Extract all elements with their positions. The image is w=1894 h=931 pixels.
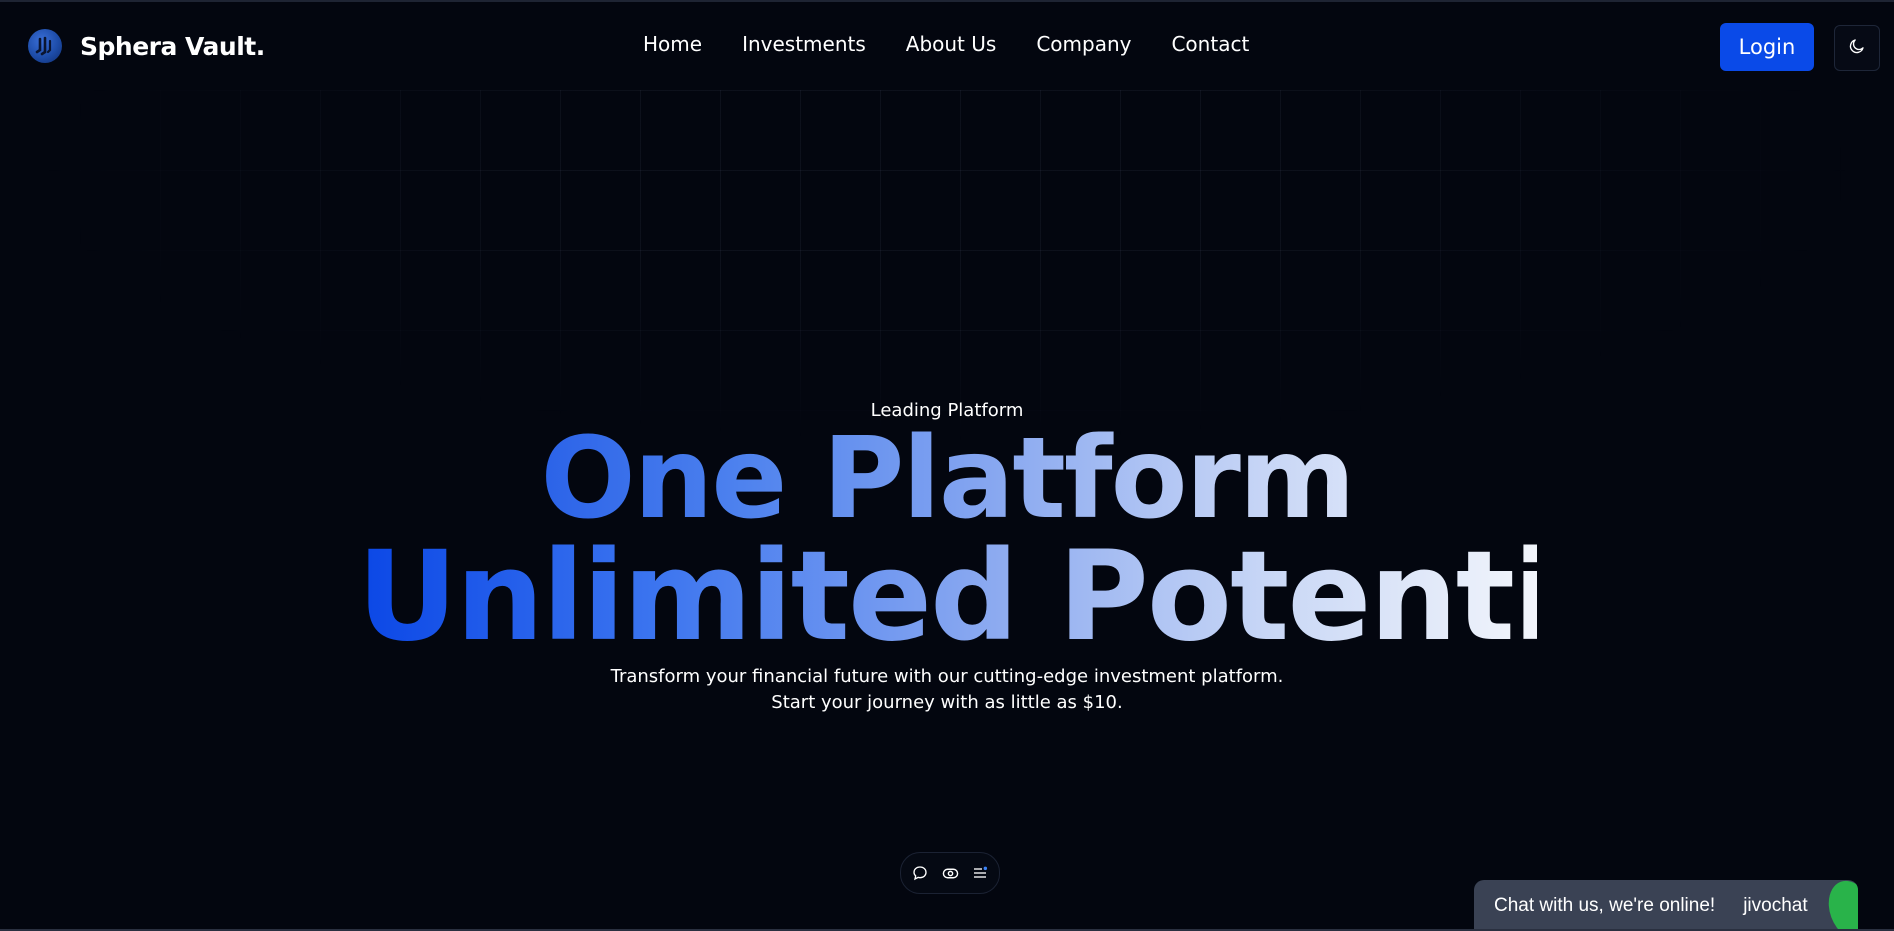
nav-contact[interactable]: Contact bbox=[1171, 32, 1249, 56]
chat-widget-brand: jivochat bbox=[1743, 894, 1808, 916]
nav-company[interactable]: Company bbox=[1036, 32, 1131, 56]
menu-list-icon[interactable] bbox=[971, 864, 989, 882]
chat-widget[interactable]: Chat with us, we're online! jivochat bbox=[1474, 880, 1858, 931]
login-button[interactable]: Login bbox=[1720, 23, 1814, 71]
eye-icon[interactable] bbox=[941, 864, 959, 882]
main-nav: Home Investments About Us Company Contac… bbox=[643, 32, 1289, 56]
brand[interactable]: Sphera Vault. bbox=[28, 29, 265, 63]
hero-subtitle-line-2: Start your journey with as little as $10… bbox=[771, 692, 1123, 713]
nav-about-us[interactable]: About Us bbox=[906, 32, 997, 56]
nav-home[interactable]: Home bbox=[643, 32, 702, 56]
moon-icon bbox=[1848, 37, 1866, 59]
page: Sphera Vault. Home Investments About Us … bbox=[0, 0, 1894, 931]
hero-title-line-1: One Platform bbox=[537, 420, 1357, 538]
nav-investments[interactable]: Investments bbox=[742, 32, 866, 56]
hero-title: One Platform Unlimited Potential bbox=[0, 420, 1894, 669]
brand-name: Sphera Vault. bbox=[80, 31, 265, 61]
sphera-logo-icon bbox=[28, 29, 62, 63]
hero-subtitle: Transform your financial future with our… bbox=[0, 664, 1894, 716]
hero-title-line-2: Unlimited Potential bbox=[357, 525, 1678, 669]
theme-toggle-button[interactable] bbox=[1834, 25, 1880, 71]
navbar: Sphera Vault. Home Investments About Us … bbox=[0, 0, 1894, 92]
floating-toolbar bbox=[900, 852, 1000, 894]
chat-widget-text: Chat with us, we're online! bbox=[1494, 894, 1716, 916]
chat-bubble-icon[interactable] bbox=[911, 864, 929, 882]
chat-status-indicator bbox=[1821, 880, 1858, 931]
hero-subtitle-line-1: Transform your financial future with our… bbox=[610, 666, 1284, 687]
